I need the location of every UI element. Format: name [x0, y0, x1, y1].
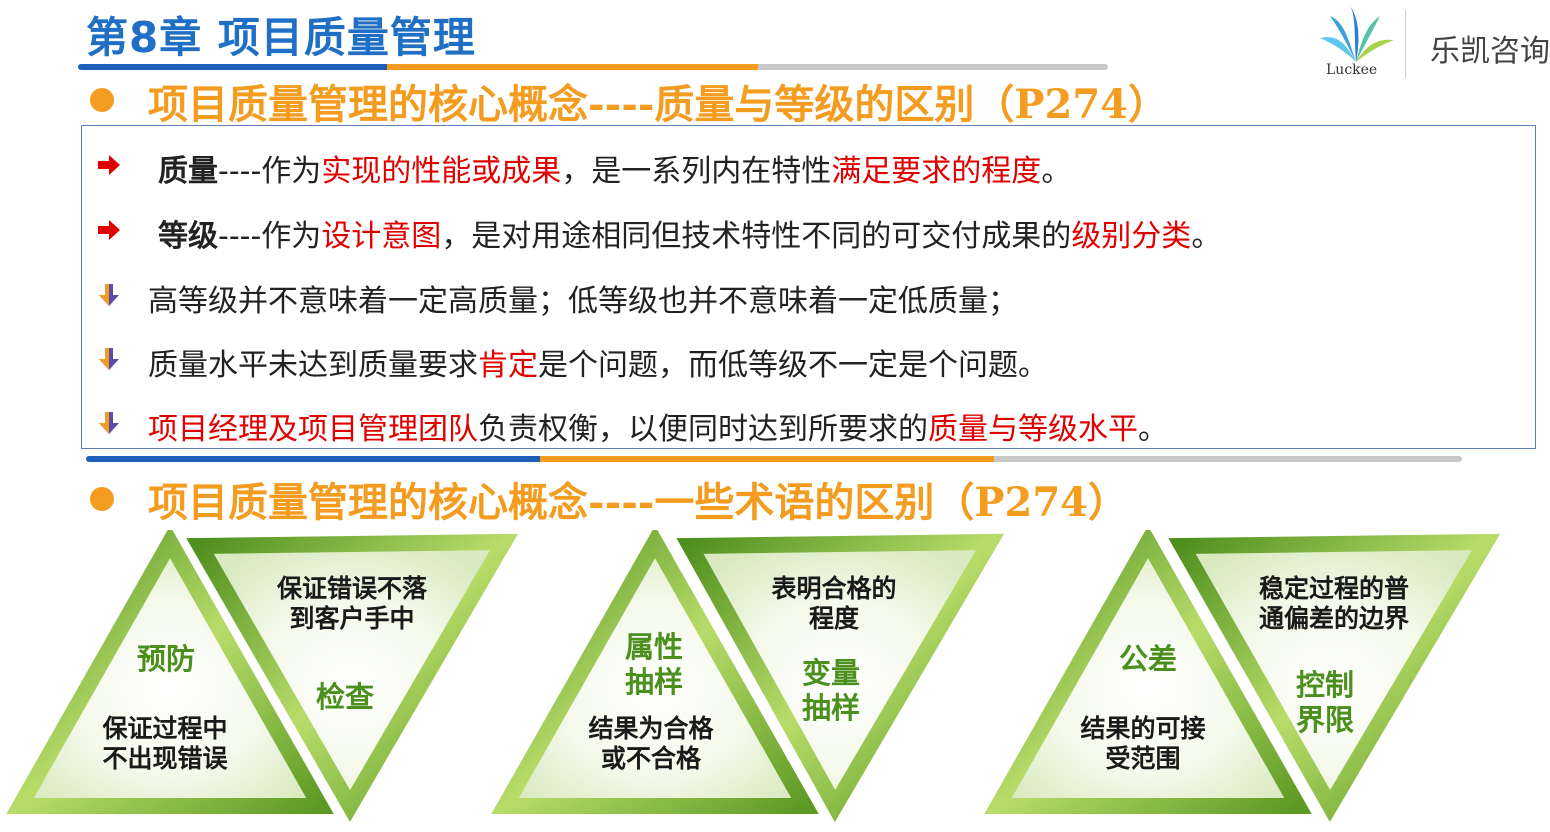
company-logo: Luckee: [1316, 4, 1396, 80]
page-title: 第8章 项目质量管理: [86, 13, 476, 62]
desc-variable-sampling: 表明合格的 程度: [771, 574, 897, 633]
point-text: 质量----作为实现的性能或成果，是一系列内在特性满足要求的程度。: [158, 146, 1071, 190]
point-segment: 设计意图: [321, 219, 442, 254]
point-segment: 质量水平未达到质量要求: [148, 348, 478, 383]
point-text: 等级----作为设计意图，是对用途相同但技术特性不同的可交付成果的级别分类。: [158, 211, 1221, 255]
desc-inspection: 保证错误不落 到客户手中: [276, 574, 427, 633]
point-segment: 高等级并不意味着一定高质量；低等级也并不意味着一定低质量；: [148, 284, 1018, 319]
point-segment: ，是一系列内在特性: [561, 154, 832, 189]
section1-bullet-icon: [90, 88, 114, 112]
red-arrow-icon: [98, 155, 120, 175]
point-text: 项目经理及项目管理团队负责权衡，以便同时达到所要求的质量与等级水平。: [148, 404, 1168, 448]
section2-bullet-icon: [90, 487, 114, 511]
desc-prevention: 保证过程中 不出现错误: [102, 714, 228, 773]
point-segment: ，是对用途相同但技术特性不同的可交付成果的: [441, 219, 1072, 254]
point-segment: 肯定: [478, 348, 538, 383]
point-text: 质量水平未达到质量要求肯定是个问题，而低等级不一定是个问题。: [148, 340, 1048, 384]
point-segment: 质量与等级水平: [928, 412, 1138, 447]
point-segment: 。: [1191, 219, 1222, 254]
red-arrow-icon: [98, 220, 120, 240]
term-prevention: 预防: [136, 642, 195, 676]
point-segment: 项目经理及项目管理团队: [148, 412, 478, 447]
point-segment: 实现的性能或成果: [321, 154, 562, 189]
point-segment: 等级: [158, 219, 218, 254]
section-divider: [86, 456, 1462, 462]
term-control-limits: 控制 界限: [1295, 668, 1354, 737]
term-variable-sampling: 变量 抽样: [801, 656, 860, 725]
term-tolerance: 公差: [1118, 642, 1177, 676]
fan-logo-icon: [1320, 6, 1394, 62]
header-divider: [78, 64, 1108, 70]
logo-brand: Luckee: [1326, 62, 1378, 78]
term-inspection: 检查: [315, 680, 374, 714]
down-arrow-bullet-icon: [99, 284, 119, 306]
point-segment: 满足要求的程度: [831, 154, 1042, 189]
desc-attribute-sampling: 结果为合格 或不合格: [588, 714, 714, 773]
point-segment: ----作为: [218, 219, 322, 254]
point-segment: ----作为: [218, 154, 322, 189]
point-segment: 是个问题，而低等级不一定是个问题。: [538, 348, 1048, 383]
point-segment: 级别分类: [1071, 219, 1192, 254]
point-segment: 质量: [158, 154, 218, 189]
desc-tolerance: 结果的可接 受范围: [1080, 714, 1206, 773]
term-attribute-sampling: 属性 抽样: [624, 630, 683, 699]
point-text: 高等级并不意味着一定高质量；低等级也并不意味着一定低质量；: [148, 276, 1018, 320]
logo-divider: [1405, 10, 1406, 78]
down-arrow-bullet-icon: [99, 412, 119, 434]
quality-vs-grade-box: 质量----作为实现的性能或成果，是一系列内在特性满足要求的程度。 等级----…: [81, 125, 1536, 449]
down-arrow-bullet-icon: [99, 348, 119, 370]
logo-company-name: 乐凯咨询: [1430, 34, 1550, 69]
section1-heading: 项目质量管理的核心概念----质量与等级的区别（P274）: [148, 81, 1168, 128]
point-segment: 。: [1041, 154, 1072, 189]
desc-control-limits: 稳定过程的普 通偏差的边界: [1258, 574, 1409, 633]
point-segment: 。: [1138, 412, 1168, 447]
point-segment: 负责权衡，以便同时达到所要求的: [478, 412, 928, 447]
section2-heading: 项目质量管理的核心概念----一些术语的区别（P274）: [148, 479, 1128, 526]
